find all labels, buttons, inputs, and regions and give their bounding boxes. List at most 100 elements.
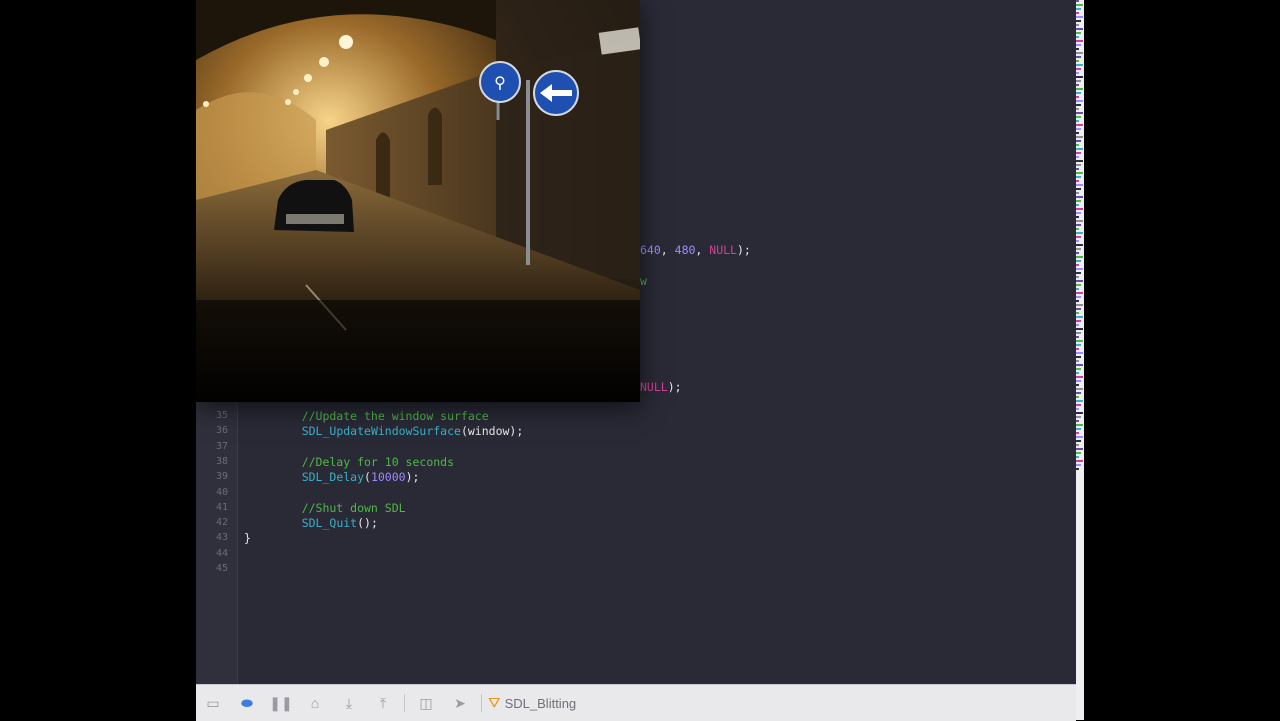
minimap-line — [1076, 52, 1083, 54]
code-line[interactable]: SDL_UpdateWindowSurface(window); — [274, 424, 524, 438]
line-number: 39 — [215, 471, 228, 483]
code-comment: //Update the window surface — [274, 409, 489, 423]
code-keyword: NULL — [640, 380, 668, 394]
minimap-line — [1076, 244, 1083, 246]
minimap-line — [1076, 208, 1083, 210]
breakpoints-toggle-button[interactable]: ⬬ — [230, 689, 264, 717]
minimap-line — [1076, 132, 1079, 134]
minimap-line — [1076, 160, 1083, 162]
code-comment: //Shut down SDL — [274, 500, 406, 515]
minimap-line — [1076, 168, 1079, 170]
editor-scrollbar-minimap[interactable] — [1076, 0, 1084, 720]
code-line[interactable]: //Update the window surface — [274, 409, 489, 423]
breakpoint-icon: ⬬ — [241, 694, 253, 711]
code-number: 480 — [674, 243, 696, 257]
step-into-button[interactable]: ⤓ — [332, 689, 366, 717]
minimap-line — [1076, 264, 1079, 266]
minimap-line — [1076, 136, 1083, 138]
minimap-line — [1076, 256, 1083, 258]
line-number: 36 — [215, 425, 228, 437]
minimap-line — [1076, 56, 1081, 58]
code-line[interactable]: } — [244, 531, 251, 545]
code-function: SDL_Quit — [301, 516, 358, 531]
code-text: ); — [667, 380, 682, 394]
pause-icon: ❚❚ — [269, 694, 293, 711]
minimap-line — [1076, 72, 1079, 74]
minimap-line — [1076, 76, 1083, 78]
code-comment: //Delay for 10 seconds — [274, 454, 455, 469]
step-into-icon: ⤓ — [345, 694, 353, 711]
simulate-location-button[interactable]: ➤ — [443, 689, 477, 717]
minimap-line — [1076, 372, 1079, 374]
minimap-line — [1076, 332, 1081, 334]
minimap-line — [1076, 384, 1079, 386]
minimap-line — [1076, 68, 1081, 70]
line-number: 38 — [215, 455, 228, 467]
minimap-line — [1076, 4, 1083, 6]
minimap-line — [1076, 148, 1083, 150]
step-over-button[interactable]: ⌂ — [298, 689, 332, 717]
hide-debug-area-button[interactable]: ▭ — [196, 689, 230, 717]
minimap-line — [1076, 216, 1079, 218]
minimap-line — [1076, 104, 1081, 106]
code-number: 640 — [640, 243, 661, 257]
minimap-line — [1076, 316, 1083, 318]
minimap-line — [1076, 396, 1079, 398]
code-line[interactable]: //Delay for 10 seconds — [274, 455, 454, 469]
minimap-line — [1076, 304, 1083, 306]
minimap-line — [1076, 428, 1081, 430]
minimap-line — [1076, 468, 1079, 470]
line-number: 45 — [215, 563, 228, 574]
code-fragment-line: NULL); — [640, 380, 682, 394]
console-toggle-icon: ▭ — [206, 694, 220, 711]
minimap-line — [1076, 44, 1081, 46]
line-number: 42 — [215, 517, 228, 529]
code-line[interactable]: SDL_Quit(); — [274, 516, 378, 530]
minimap-line — [1076, 416, 1081, 418]
minimap-line — [1076, 452, 1081, 454]
minimap-line — [1076, 328, 1083, 330]
pause-button[interactable]: ❚❚ — [264, 689, 298, 717]
minimap-line — [1076, 192, 1079, 194]
code-text: ); — [405, 470, 420, 485]
minimap-line — [1076, 128, 1081, 130]
minimap-line — [1076, 272, 1081, 274]
minimap-line — [1076, 276, 1079, 278]
minimap-line — [1076, 368, 1081, 370]
minimap-line — [1076, 404, 1081, 406]
step-out-button[interactable]: ⤒ — [366, 689, 400, 717]
view-hierarchy-button[interactable]: ◫ — [409, 689, 443, 717]
minimap-line — [1076, 288, 1079, 290]
minimap-line — [1076, 152, 1081, 154]
line-number: 43 — [215, 532, 228, 544]
minimap-line — [1076, 280, 1083, 282]
minimap-line — [1076, 140, 1081, 142]
minimap-line — [1076, 460, 1083, 462]
minimap-line — [1076, 400, 1083, 402]
minimap-line — [1076, 440, 1081, 442]
minimap-line — [1076, 196, 1083, 198]
minimap-line — [1076, 392, 1081, 394]
code-fragment-line: 640, 480, NULL); — [640, 243, 751, 257]
minimap-line — [1076, 36, 1079, 38]
minimap-line — [1076, 284, 1081, 286]
line-number: 37 — [215, 440, 228, 452]
minimap-line — [1076, 360, 1079, 362]
svg-text:⚲: ⚲ — [494, 73, 506, 92]
line-number: 35 — [215, 410, 228, 421]
debug-target-selector[interactable]: ⛛ SDL_Blitting — [488, 695, 576, 712]
debug-bar: ▭ ⬬ ❚❚ ⌂ ⤓ ⤒ ◫ ➤ ⛛ SDL_Blitting — [196, 684, 1076, 721]
code-text: , — [660, 243, 675, 257]
minimap-line — [1076, 204, 1079, 206]
code-line[interactable]: //Shut down SDL — [274, 501, 406, 515]
code-line[interactable]: SDL_Delay(10000); — [274, 470, 420, 485]
line-number: 44 — [215, 547, 228, 559]
minimap-line — [1076, 252, 1079, 254]
app-target-icon: ⛛ — [488, 694, 501, 712]
minimap-line — [1076, 28, 1083, 30]
minimap-line — [1076, 408, 1079, 410]
minimap-line — [1076, 364, 1083, 366]
minimap-line — [1076, 8, 1081, 10]
